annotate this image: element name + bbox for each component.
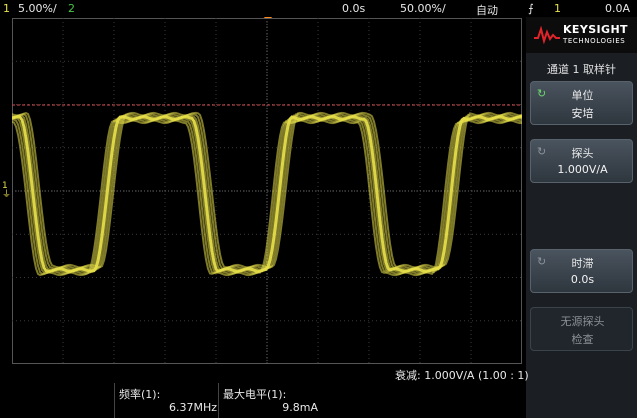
brand-name: KEYSIGHT <box>563 23 628 36</box>
ch1-scale[interactable]: 5.00%/ <box>18 2 57 15</box>
ch1-ground-marker[interactable]: 1 ⏚ <box>2 182 11 200</box>
trigger-source[interactable]: 1 <box>554 2 561 15</box>
passive-probe-check-softkey[interactable]: 无源探头 检查 <box>530 307 633 351</box>
measurements-bar: 频率(1): 6.37MHz 最大电平(1): 9.8mA <box>0 383 526 418</box>
skew-value: 0.0s <box>570 273 595 286</box>
ch2-label[interactable]: 2 <box>68 2 75 15</box>
measurement-label: 最大电平(1): <box>223 388 287 401</box>
passive-probe-value: 检查 <box>571 333 594 346</box>
time-position[interactable]: 0.0s <box>342 2 365 15</box>
units-label: 单位 <box>571 89 594 102</box>
trigger-slope-icon: ⨍ <box>528 2 534 15</box>
probe-label: 探头 <box>571 147 594 160</box>
trigger-level[interactable]: 0.0A <box>605 2 630 15</box>
measurement-frequency[interactable]: 频率(1): 6.37MHz <box>114 383 217 418</box>
measurement-label: 频率(1): <box>119 388 161 401</box>
trigger-mode[interactable]: 自动 <box>476 2 498 18</box>
measurement-max-level[interactable]: 最大电平(1): 9.8mA <box>218 383 321 418</box>
brand-logo: KEYSIGHT TECHNOLOGIES <box>526 17 637 53</box>
ground-icon: ⏚ <box>2 190 12 200</box>
skew-label: 时滞 <box>571 257 594 270</box>
attenuation-readout: 衰减: 1.000V/A (1.00 : 1) <box>395 369 529 382</box>
ch1-label: 1 <box>3 2 10 15</box>
measurement-value: 9.8mA <box>282 401 318 414</box>
units-softkey[interactable]: ↻ 单位 安培 <box>530 81 633 125</box>
graticule <box>12 18 522 364</box>
passive-probe-label: 无源探头 <box>560 315 605 328</box>
measurement-value: 6.37MHz <box>168 401 217 414</box>
units-value: 安培 <box>571 107 594 120</box>
waveform-display[interactable] <box>12 18 522 364</box>
status-bar: 1 5.00%/ 2 0.0s 50.00%/ 自动 ⨍ 1 0.0A <box>0 0 637 17</box>
keysight-wave-icon <box>534 26 560 44</box>
menu-title: 通道 1 取样针 <box>547 63 616 76</box>
probe-value: 1.000V/A <box>557 163 608 176</box>
probe-softkey[interactable]: ↻ 探头 1.000V/A <box>530 139 633 183</box>
brand-subtitle: TECHNOLOGIES <box>563 37 626 45</box>
time-scale[interactable]: 50.00%/ <box>400 2 446 15</box>
softkey-panel: KEYSIGHT TECHNOLOGIES 通道 1 取样针 ↻ 单位 安培 ↻… <box>526 17 637 418</box>
skew-softkey[interactable]: ↻ 时滞 0.0s <box>530 249 633 293</box>
